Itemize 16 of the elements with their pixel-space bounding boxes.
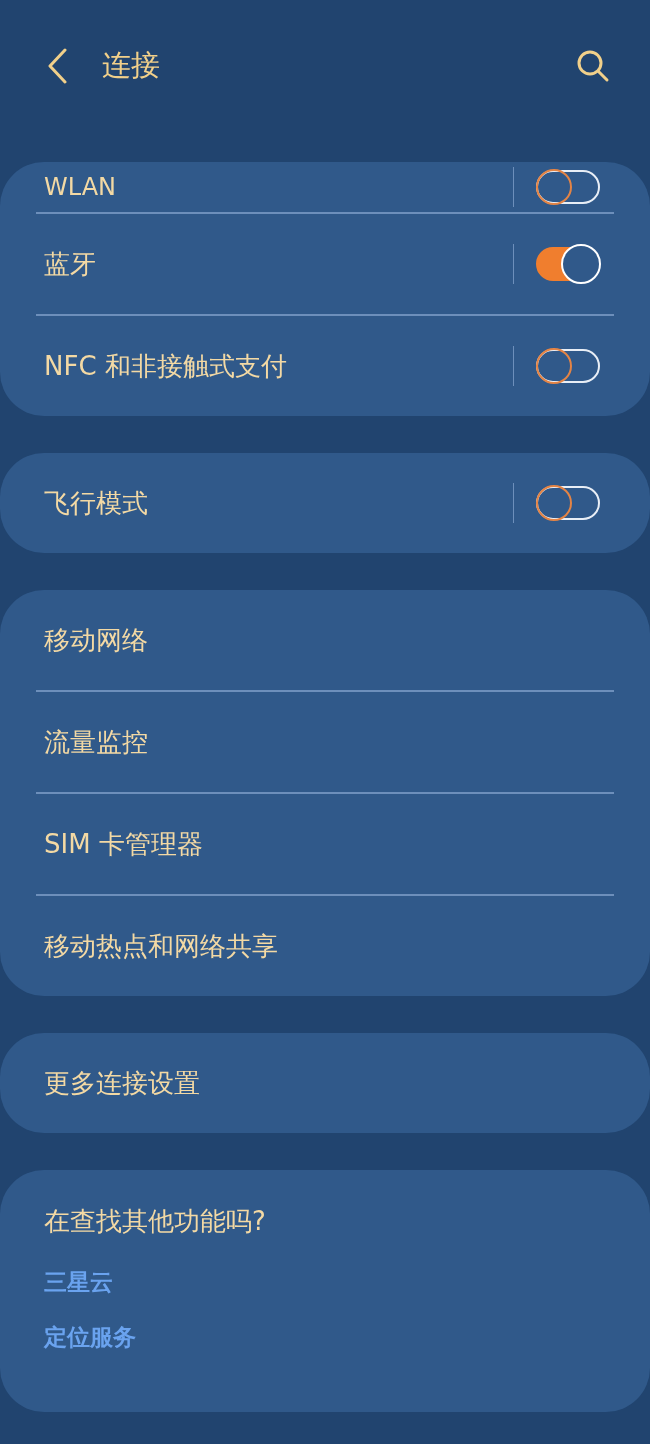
setting-label[interactable]: SIM 卡管理器 [36,826,614,862]
back-icon[interactable] [46,48,68,84]
search-icon[interactable] [576,49,610,83]
setting-label[interactable]: 蓝牙 [36,246,513,282]
suggestion-link[interactable]: 定位服务 [44,1322,136,1353]
setting-label[interactable]: 更多连接设置 [36,1065,614,1101]
suggestion-link[interactable]: 三星云 [44,1267,113,1298]
setting-label[interactable]: NFC 和非接触式支付 [36,348,513,384]
suggestions-title: 在查找其他功能吗? [44,1205,266,1238]
setting-label[interactable]: 移动热点和网络共享 [36,928,614,964]
setting-label[interactable]: 流量监控 [36,724,614,760]
setting-label[interactable]: WLAN [36,175,513,199]
setting-label[interactable]: 移动网络 [36,622,614,658]
page-title: 连接 [102,47,161,84]
toggle-switch[interactable] [536,247,600,281]
setting-label[interactable]: 飞行模式 [36,485,513,521]
